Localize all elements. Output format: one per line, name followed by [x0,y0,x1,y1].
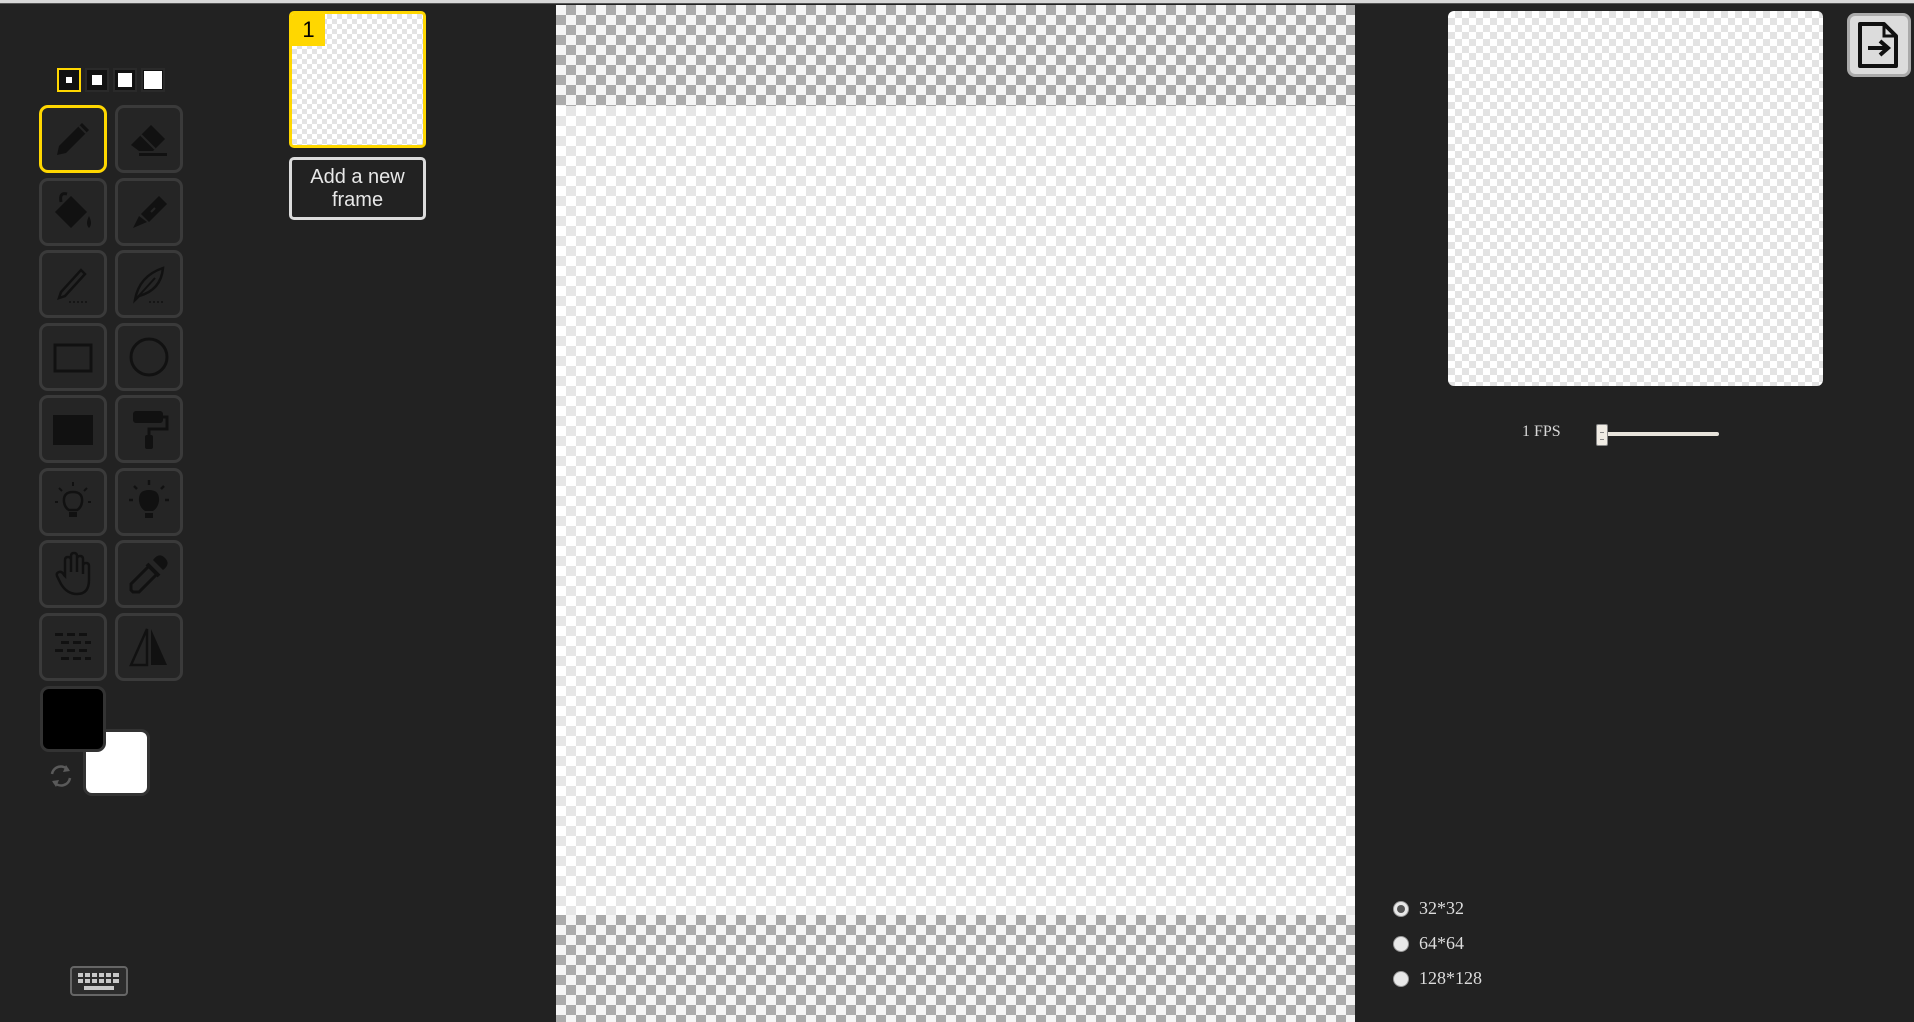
keyboard-icon[interactable] [70,966,128,996]
top-border [0,0,1914,4]
frame-thumbnail[interactable]: 1 [289,11,426,148]
size-label-128: 128*128 [1419,968,1482,988]
tool-filled-rectangle[interactable] [39,395,107,463]
drawing-canvas[interactable] [556,106,1355,915]
tool-dithering[interactable] [39,612,107,681]
stroke-pencil-icon [57,268,89,303]
primary-color-swatch[interactable] [40,686,106,752]
hand-icon [55,551,91,596]
tool-vertical-mirror[interactable] [115,250,183,318]
rectangle-outline-icon [53,343,93,372]
size-label-32: 32*32 [1419,898,1464,918]
circle-outline-icon [129,337,169,376]
export-button[interactable] [1847,13,1911,77]
tool-mirror[interactable] [115,612,183,681]
pen-size-2[interactable] [85,68,109,92]
pen-size-3[interactable] [113,68,137,92]
eraser-icon [131,125,167,156]
pen-size-4[interactable] [141,68,165,92]
tool-stroke[interactable] [39,250,107,318]
pencil-icon [57,123,89,155]
tool-move[interactable] [39,540,107,608]
size-radio-128[interactable] [1393,970,1409,987]
size-option-128[interactable]: 128*128 [1393,961,1482,996]
tool-lighten[interactable] [39,467,107,536]
canvas-size-options: 32*32 64*64 128*128 [1393,891,1482,996]
pen-size-selector [57,68,165,92]
paint-roller-icon [133,411,169,449]
fps-slider-track [1596,432,1719,436]
tool-paint-bucket[interactable] [39,177,107,246]
magic-brush-icon [133,195,167,228]
size-option-64[interactable]: 64*64 [1393,926,1482,961]
size-label-64: 64*64 [1419,933,1464,953]
tool-palette [39,105,183,681]
bulb-outline-icon [55,481,91,517]
tool-color-picker[interactable] [115,540,183,608]
dithering-icon [55,632,91,660]
mirror-icon [129,627,167,666]
filled-rectangle-icon [53,415,93,445]
fps-slider[interactable] [1596,424,1719,446]
fps-slider-thumb[interactable] [1596,424,1608,446]
feather-icon [133,266,165,304]
tool-circle[interactable] [115,322,183,391]
paint-bucket-icon [55,191,91,228]
frame-number: 1 [292,14,325,46]
pen-size-1[interactable] [57,68,81,92]
tool-paint-roller[interactable] [115,395,183,463]
swap-colors-icon[interactable] [46,761,76,791]
eyedropper-icon [129,555,168,594]
animation-preview [1448,11,1823,386]
tool-pen[interactable] [39,105,107,173]
add-frame-button[interactable]: Add a new frame [289,157,426,220]
size-radio-32[interactable] [1393,900,1409,917]
tool-paint-all[interactable] [115,177,183,246]
tool-eraser[interactable] [115,105,183,173]
bulb-filled-icon [129,479,169,518]
fps-label: 1 FPS [1522,423,1561,440]
size-option-32[interactable]: 32*32 [1393,891,1482,926]
size-radio-64[interactable] [1393,935,1409,952]
file-export-icon [1858,22,1898,68]
tool-darken[interactable] [115,467,183,536]
tool-rectangle[interactable] [39,322,107,391]
